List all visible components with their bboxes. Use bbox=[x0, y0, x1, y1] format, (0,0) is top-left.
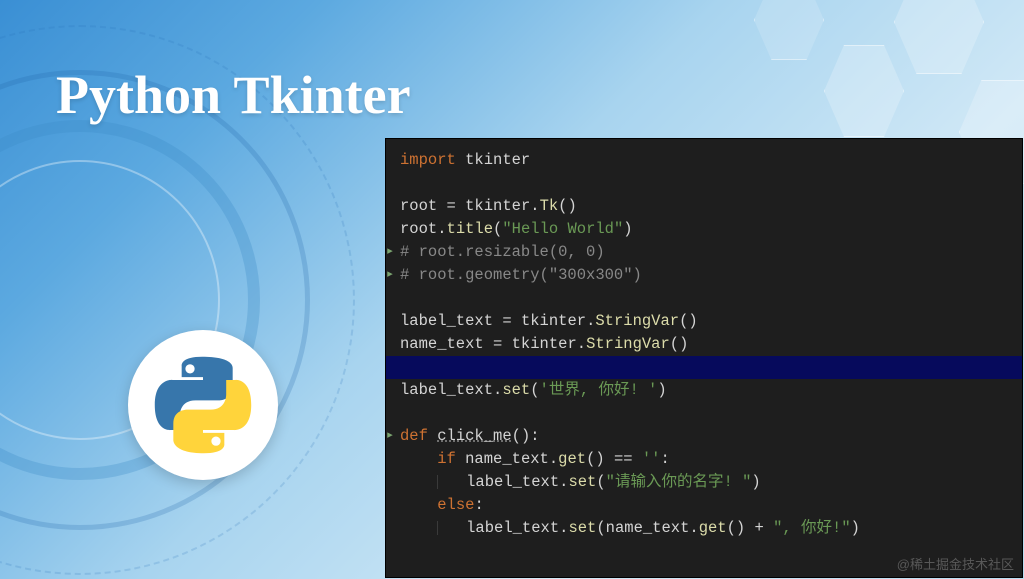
code-line bbox=[386, 402, 1022, 425]
watermark-text: @稀土掘金技术社区 bbox=[897, 554, 1014, 573]
code-line: else: bbox=[386, 494, 1022, 517]
code-line: label_text.set(name_text.get() + ", 你好!"… bbox=[386, 517, 1022, 540]
code-line bbox=[386, 356, 1022, 379]
code-editor-panel: import tkinter root = tkinter.Tk()root.ti… bbox=[385, 138, 1023, 578]
code-line: root = tkinter.Tk() bbox=[386, 195, 1022, 218]
code-line: label_text.set("请输入你的名字! ") bbox=[386, 471, 1022, 494]
hexagon-icon bbox=[894, 0, 984, 74]
code-line: import tkinter bbox=[386, 149, 1022, 172]
code-line bbox=[386, 172, 1022, 195]
hexagon-icon bbox=[824, 45, 904, 137]
code-line: ▸# root.resizable(0, 0) bbox=[386, 241, 1022, 264]
code-line: if name_text.get() == '': bbox=[386, 448, 1022, 471]
page-title: Python Tkinter bbox=[56, 64, 411, 126]
python-logo-icon bbox=[128, 330, 278, 480]
code-line bbox=[386, 287, 1022, 310]
code-line: label_text = tkinter.StringVar() bbox=[386, 310, 1022, 333]
code-line: label_text.set('世界, 你好! ') bbox=[386, 379, 1022, 402]
code-line: ▸# root.geometry("300x300") bbox=[386, 264, 1022, 287]
code-line: ▸def click_me(): bbox=[386, 425, 1022, 448]
hexagon-icon bbox=[754, 0, 824, 60]
code-line: name_text = tkinter.StringVar() bbox=[386, 333, 1022, 356]
code-line: root.title("Hello World") bbox=[386, 218, 1022, 241]
